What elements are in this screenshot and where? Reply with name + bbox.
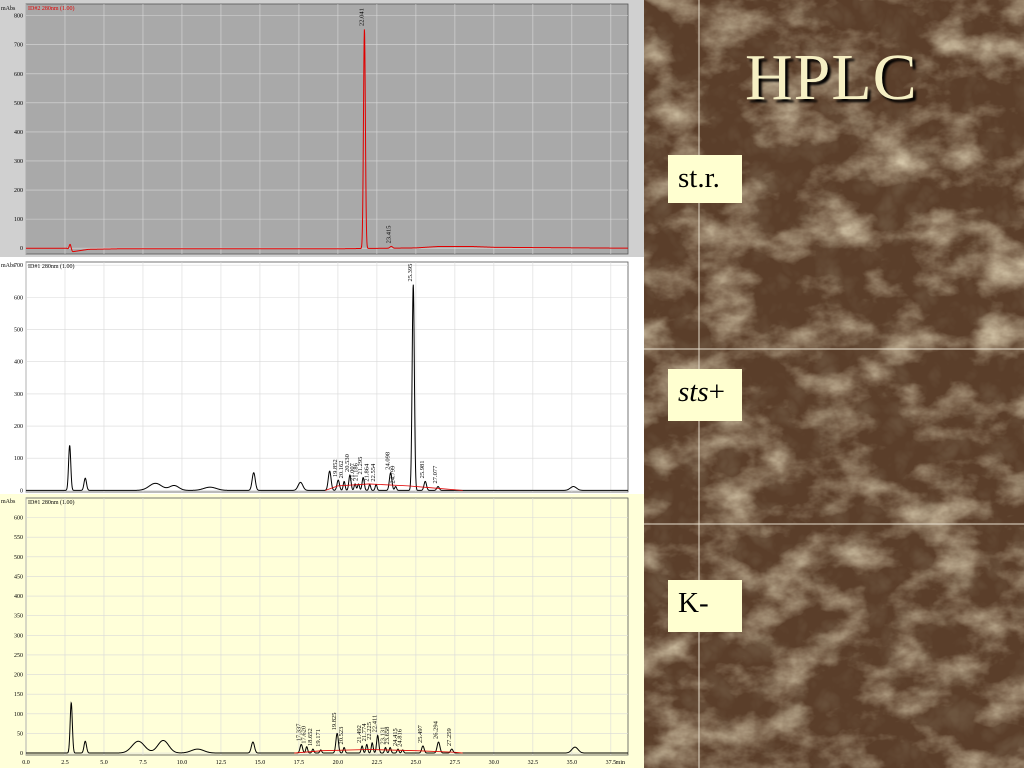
y-axis-unit: mAbs: [1, 499, 16, 505]
x-tick-label: 7.5: [139, 760, 147, 766]
y-tick-label: 200: [14, 188, 23, 194]
y-tick-label: 100: [14, 217, 23, 223]
plot-area: [25, 3, 629, 255]
x-tick-label: 15.0: [255, 760, 266, 766]
trace-title: ID#1 280nm (1.00): [28, 263, 75, 270]
peak-label: 20.523: [338, 727, 345, 745]
x-tick-label: 32.5: [528, 760, 539, 766]
peak-label: 25.497: [417, 724, 424, 743]
y-tick-label: 400: [14, 130, 23, 136]
label-sts-italic: sts: [678, 376, 709, 408]
x-tick-label: 30.0: [489, 760, 500, 766]
peak-label: 26.294: [433, 720, 440, 739]
chromatogram-stack: 0100200300400500600700800mAbs ID#2 280nm …: [0, 0, 644, 768]
y-tick-label: 700: [14, 263, 23, 269]
x-tick-label: 35.0: [567, 760, 578, 766]
chart-panel-2: 0 100 200 300 400 500 600 700mAbs ID#1 280nm (1.…: [0, 257, 644, 494]
peak-label: 27.259: [446, 728, 453, 746]
peak-label: 23.658: [384, 727, 391, 745]
y-tick-label: 600: [14, 72, 23, 78]
label-sts-plus: sts+: [668, 369, 742, 421]
x-tick-label: 17.5: [294, 760, 305, 766]
y-tick-label: 300: [14, 633, 23, 639]
label-k-text: K-: [678, 587, 709, 619]
slide-title: HPLC: [745, 41, 918, 114]
y-tick-label: 550: [14, 535, 23, 541]
peak-label: 22.411: [372, 715, 379, 733]
x-tick-label: 20.0: [333, 760, 344, 766]
trace-title: ID#2 280nm (1.00): [28, 5, 75, 12]
label-sts-suffix: +: [708, 376, 725, 408]
peak-label: 19.171: [315, 729, 322, 747]
x-tick-label: 22.5: [372, 760, 383, 766]
x-axis-unit: min: [616, 760, 625, 766]
plot-area: [25, 497, 629, 756]
label-standard-reference: st.r.: [668, 155, 742, 203]
peak-label: 22.554: [370, 463, 377, 482]
label-k-minus: K-: [668, 580, 742, 632]
chart-panel-3: 0 50 100 150 200 250 300 350 400 450 500 550 600 mAbs…: [0, 494, 644, 768]
trace-title: ID#1 280nm (1.00): [28, 499, 75, 506]
peak-label: 19.825: [331, 713, 338, 731]
y-tick-label: 300: [14, 392, 23, 398]
y-tick-label: 400: [14, 594, 23, 600]
peak-label: 25.395: [407, 264, 414, 282]
x-tick-label: 37.5: [606, 760, 617, 766]
x-tick-label: 5.0: [100, 760, 108, 766]
x-tick-label: 27.5: [450, 760, 461, 766]
plot-area: [25, 261, 629, 493]
y-tick-label: 100: [14, 712, 23, 718]
y-tick-label: 0: [20, 488, 23, 494]
y-tick-label: 500: [14, 328, 23, 334]
y-tick-label: 250: [14, 653, 23, 659]
y-tick-label: 0: [20, 751, 23, 757]
peak-label: 25.981: [419, 461, 426, 479]
y-tick-label: 800: [14, 14, 23, 20]
y-tick-label: 600: [14, 295, 23, 301]
peak-label: 22.041: [358, 8, 365, 26]
peak-label: 24.816: [397, 728, 404, 747]
x-tick-label: 0.0: [22, 760, 30, 766]
chart-panel-1: 0 100 200 300 400 500 600 700 800 mAbs ID#2 280nm …: [0, 0, 644, 257]
peak-label: 23.415: [385, 226, 392, 244]
y-tick-label: 200: [14, 673, 23, 679]
y-tick-label: 600: [14, 516, 23, 522]
x-tick-label: 2.5: [61, 760, 69, 766]
y-tick-label: 450: [14, 574, 23, 580]
x-tick-label: 25.0: [411, 760, 422, 766]
peak-label: 18.652: [307, 728, 314, 746]
y-tick-label: 500: [14, 555, 23, 561]
y-tick-label: 700: [14, 43, 23, 49]
y-tick-label: 400: [14, 360, 23, 366]
y-axis-unit: mAbs: [1, 263, 16, 269]
y-tick-label: 300: [14, 159, 23, 165]
y-axis-unit: mAbs: [1, 6, 16, 12]
x-tick-label: 10.0: [177, 760, 188, 766]
y-tick-label: 0: [20, 246, 23, 252]
y-tick-label: 200: [14, 424, 23, 430]
peak-label: 27.077: [432, 465, 439, 484]
x-tick-label: 12.5: [216, 760, 227, 766]
y-tick-label: 50: [17, 731, 23, 737]
y-tick-label: 500: [14, 101, 23, 107]
label-str-text: st.r.: [678, 162, 720, 194]
y-tick-label: 350: [14, 614, 23, 620]
y-tick-label: 150: [14, 692, 23, 698]
y-tick-label: 100: [14, 456, 23, 462]
peak-label: 24.799: [390, 466, 397, 484]
